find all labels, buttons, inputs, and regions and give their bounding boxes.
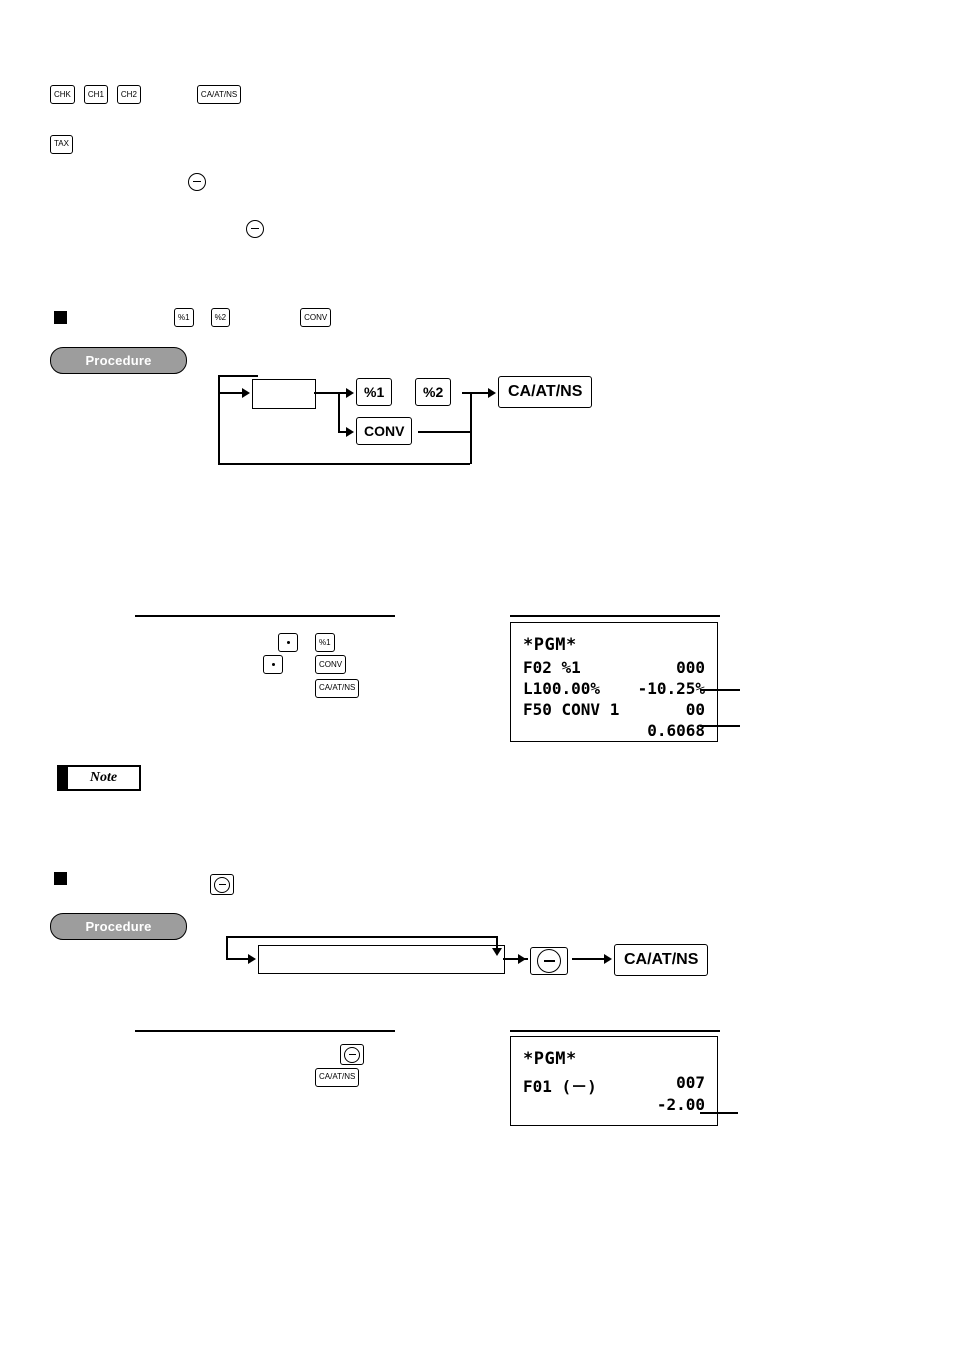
example-key-percent1[interactable]: %1 <box>315 633 335 652</box>
top-key-row-2: TAX <box>50 133 73 154</box>
section2-example-key-minus <box>340 1042 364 1065</box>
key-conv[interactable]: CONV <box>300 308 332 327</box>
section1-example-keys-row1: %1 <box>278 633 335 652</box>
flow-key-conv[interactable]: CONV <box>356 417 413 445</box>
example-key-ca-at-ns[interactable]: CA/AT/NS <box>315 678 360 698</box>
key-minus[interactable] <box>210 874 234 895</box>
procedure-label-2: Procedure <box>50 913 187 940</box>
section1-example-keys-row3: CA/AT/NS <box>315 677 360 698</box>
lcd2-line2-right: -2.00 <box>656 1095 705 1114</box>
lcd-line2-left: L100.00% <box>523 679 601 698</box>
top-key-row-1: CHK CH1 CH2 CA/AT/NS <box>50 85 242 104</box>
lcd-line3-left: F50 CONV 1 <box>523 700 620 719</box>
circle-minus-icon-2 <box>246 216 264 238</box>
key-ch1[interactable]: CH1 <box>83 85 108 104</box>
key-decimal-point[interactable] <box>278 633 298 652</box>
key-ca-at-ns[interactable]: CA/AT/NS <box>196 85 242 104</box>
flow-amount-box <box>252 379 316 409</box>
section2-key <box>210 872 234 895</box>
lcd-line1-right: 000 <box>676 658 705 677</box>
section2-example-key-total: CA/AT/NS <box>315 1066 360 1087</box>
flow2-key-ca-at-ns[interactable]: CA/AT/NS <box>614 944 709 976</box>
flow-key-percent2[interactable]: %2 <box>415 378 452 406</box>
section1-example-keys-row2: CONV <box>263 655 347 674</box>
key-ch2[interactable]: CH2 <box>116 85 141 104</box>
lcd-line3-right: 00 <box>685 700 705 719</box>
circle-minus-icon-1 <box>188 169 206 191</box>
note-badge: Note <box>57 765 141 791</box>
lcd-callout-line-2 <box>700 725 740 727</box>
key-decimal-point-2[interactable] <box>263 655 283 674</box>
section1-lcd-rule <box>510 615 720 617</box>
flow-key-percent1[interactable]: %1 <box>356 378 393 406</box>
lcd-line2-right: -10.25% <box>637 679 705 698</box>
note-label: Note <box>89 770 118 785</box>
section2-lcd-rule <box>510 1030 720 1032</box>
lcd2-title: *PGM* <box>523 1049 577 1069</box>
section1-example-rule <box>135 615 395 617</box>
section1-bullet <box>54 311 67 324</box>
lcd2-line1-left: F01 (－) <box>523 1077 597 1096</box>
circle-minus-icon <box>214 876 230 893</box>
procedure-label: Procedure <box>50 347 187 374</box>
section2-bullet <box>54 872 67 885</box>
section2-flow-diagram: CA/AT/NS <box>218 928 709 993</box>
circle-minus-icon <box>344 1046 360 1063</box>
section1-flow-diagram: %1 %2 CONV CA/AT/NS <box>210 365 630 480</box>
example2-key-minus[interactable] <box>340 1044 364 1065</box>
example-key-conv[interactable]: CONV <box>315 655 347 674</box>
section1-lcd-panel: *PGM* F02 %1 000 L100.00% -10.25% F50 CO… <box>510 622 718 742</box>
lcd-line4-right: 0.6068 <box>647 721 705 740</box>
lcd2-line1-right: 007 <box>676 1073 705 1092</box>
key-chk[interactable]: CHK <box>50 85 75 104</box>
lcd-callout-line-1 <box>700 689 740 691</box>
section1-procedure-badge: Procedure <box>50 347 187 374</box>
example2-key-ca-at-ns[interactable]: CA/AT/NS <box>315 1067 360 1087</box>
flow-key-ca-at-ns[interactable]: CA/AT/NS <box>498 376 593 408</box>
section1-key-list: %1 %2 CONV <box>174 308 332 327</box>
section2-lcd-panel: *PGM* F01 (－) 007 -2.00 <box>510 1036 718 1126</box>
flow2-key-minus[interactable] <box>530 947 568 975</box>
lcd-line1-left: F02 %1 <box>523 658 581 677</box>
section2-procedure-badge: Procedure <box>50 913 187 940</box>
note-bar <box>59 767 68 789</box>
circle-minus-icon <box>537 949 561 973</box>
key-percent2[interactable]: %2 <box>210 308 231 327</box>
lcd-title: *PGM* <box>523 635 577 655</box>
lcd2-callout-line <box>700 1112 738 1114</box>
key-percent1[interactable]: %1 <box>174 308 194 327</box>
section2-example-rule <box>135 1030 395 1032</box>
flow2-amount-box <box>258 945 505 974</box>
key-tax[interactable]: TAX <box>50 134 73 154</box>
